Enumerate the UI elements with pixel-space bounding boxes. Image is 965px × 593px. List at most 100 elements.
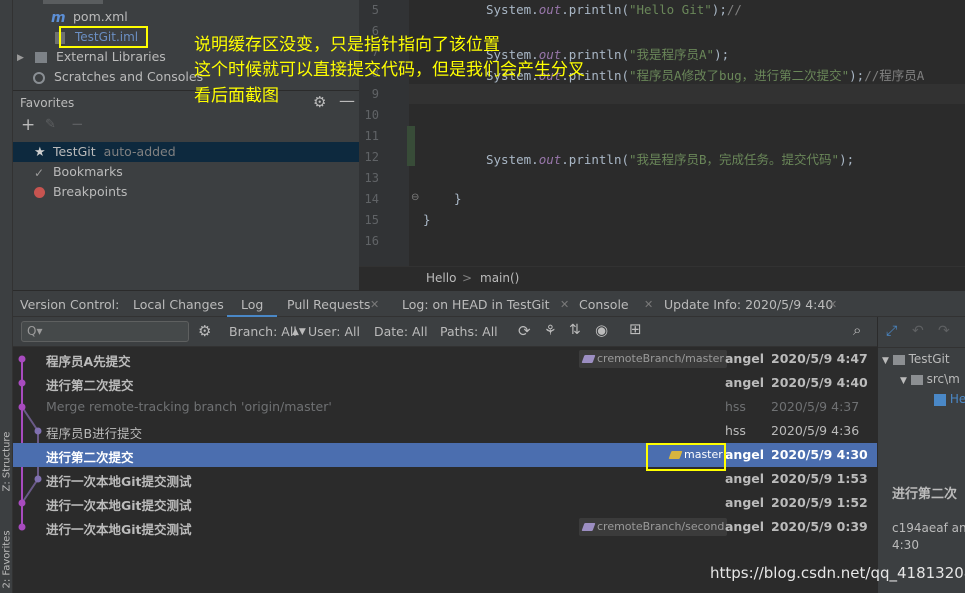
tree-item-external-libraries[interactable]: ▶ External Libraries (17, 47, 166, 67)
commit-message: 进行第二次提交 (46, 450, 134, 465)
favorites-item-bookmarks[interactable]: ✓ Bookmarks (34, 162, 123, 182)
eye-icon[interactable]: ◉ (595, 321, 608, 339)
undo-icon[interactable]: ↶ (912, 323, 924, 339)
favorites-toolbar: + ✎ − (13, 114, 359, 140)
tag-icon (581, 523, 596, 531)
code-token-comment: // (726, 2, 742, 17)
folder-icon (892, 354, 905, 365)
commit-row[interactable]: 进行一次本地Git提交测试 angel 2020/5/9 1:52 (13, 491, 877, 515)
favorites-tab[interactable]: 2: Favorites (1, 523, 14, 593)
code-token-string: "我是程序员B，完成任务。提交代码" (629, 152, 840, 167)
search-input[interactable]: Q▾ (21, 321, 189, 342)
branch-tag: cremoteBranch/second (579, 518, 728, 536)
breadcrumb-method[interactable]: main() (480, 271, 519, 285)
commit-author: angel (725, 495, 765, 510)
commit-message: 程序员B进行提交 (46, 426, 143, 441)
tab-pull-requests[interactable]: Pull Requests (287, 291, 370, 318)
commit-row[interactable]: 进行一次本地Git提交测试 cremoteBranch/second angel 20… (13, 515, 877, 539)
commit-date: 2020/5/9 4:47 (771, 351, 868, 366)
commit-author: hss (725, 423, 746, 438)
branch-tag: cremoteBranch/master (579, 350, 727, 368)
breadcrumb-separator: > (462, 271, 473, 285)
code-line: System.out.println("我是程序员B，完成任务。提交代码"); (486, 149, 854, 168)
tree-item-scratches[interactable]: Scratches and Consoles (33, 67, 203, 87)
log-toolbar: Q▾ ⚙ Branch: All ▲▼ User: All Date: All … (13, 317, 877, 347)
details-tree-root[interactable]: ▼ TestGit (882, 349, 950, 369)
search-icon[interactable]: ⌕ (853, 321, 861, 339)
code-line: } (454, 191, 462, 206)
details-tree-child-label: src\m (926, 372, 960, 386)
line-number: 5 (371, 3, 379, 17)
commit-message: 进行第二次提交 (46, 378, 134, 393)
tab-log[interactable]: Log (241, 291, 263, 318)
commit-row[interactable]: 程序员B进行提交 hss 2020/5/9 4:36 (13, 419, 877, 443)
code-token-field: out (538, 152, 562, 167)
details-commit-time: 4:30 (892, 538, 919, 552)
redo-icon[interactable]: ↷ (938, 323, 950, 339)
structure-tab[interactable]: Z: Structure (1, 425, 14, 499)
filter-paths[interactable]: Paths: All (440, 324, 498, 339)
commit-message: 进行一次本地Git提交测试 (46, 498, 192, 513)
refresh-icon[interactable]: ⟳ (518, 322, 531, 340)
tab-console[interactable]: Console (579, 291, 629, 318)
code-line: System.out.println("Hello Git");// (486, 2, 742, 17)
filter-branch[interactable]: Branch: All (229, 324, 297, 339)
code-token-code-post: ); (849, 68, 865, 83)
commit-message: 程序员A先提交 (46, 354, 131, 369)
details-tree-root-label: TestGit (908, 352, 950, 366)
vcs-tool-tabs: Version Control: Local Changes Log Pull … (13, 290, 965, 318)
breakpoint-icon (34, 187, 45, 198)
cherry-pick-icon[interactable]: ⚘ (544, 323, 557, 339)
tree-item-pom[interactable]: m pom.xml (51, 7, 128, 27)
commit-author: angel (725, 351, 765, 366)
tab-log-head[interactable]: Log: on HEAD in TestGit (402, 291, 550, 318)
filter-user[interactable]: User: All (308, 324, 360, 339)
commit-author: angel (725, 375, 765, 390)
library-icon (34, 52, 47, 63)
new-tab-icon[interactable]: ⊞ (629, 320, 642, 338)
gear-icon[interactable]: ⚙ (313, 93, 326, 111)
commit-list[interactable]: 程序员A先提交 cremoteBranch/master angel 2020/5/9… (13, 347, 877, 593)
commit-row[interactable]: 程序员A先提交 cremoteBranch/master angel 2020/5/9… (13, 347, 877, 371)
details-tree-child[interactable]: ▼ src\m (900, 369, 960, 389)
commit-message: Merge remote-tracking branch 'origin/mas… (46, 399, 332, 414)
commit-date: 2020/5/9 1:53 (771, 471, 868, 486)
tab-local-changes[interactable]: Local Changes (133, 291, 224, 318)
favorites-item-breakpoints[interactable]: Breakpoints (34, 182, 127, 202)
commit-message: 进行一次本地Git提交测试 (46, 474, 192, 489)
commit-row[interactable]: 进行一次本地Git提交测试 angel 2020/5/9 1:53 (13, 467, 877, 491)
line-number: 15 (364, 213, 379, 227)
branch-tag-label: cremoteBranch/master (597, 352, 724, 365)
fold-icon[interactable]: ⊖ (411, 192, 419, 203)
tab-update-info[interactable]: Update Info: 2020/5/9 4:40 (664, 291, 833, 318)
annotation-box-iml (59, 26, 148, 48)
sort-icon[interactable]: ⇅ (569, 322, 581, 338)
commit-row[interactable]: Merge remote-tracking branch 'origin/mas… (13, 395, 877, 419)
chevron-down-icon: ▲▼ (292, 327, 306, 337)
details-commit-title: 进行第二次 (892, 487, 958, 502)
commit-date: 2020/5/9 4:30 (771, 447, 868, 462)
close-icon[interactable]: ✕ (828, 291, 837, 318)
minimize-icon[interactable]: — (339, 91, 355, 110)
close-icon[interactable]: ✕ (370, 291, 379, 318)
expand-icon[interactable]: ⤢ (886, 323, 897, 339)
breadcrumb-class[interactable]: Hello (426, 271, 456, 285)
favorites-item-label: Bookmarks (52, 164, 123, 179)
settings-icon[interactable]: ⚙ (198, 322, 211, 340)
code-token-string: "Hello Git" (629, 2, 712, 17)
commit-row[interactable]: 进行第二次提交 angel 2020/5/9 4:40 (13, 371, 877, 395)
edit-icon[interactable]: ✎ (45, 117, 56, 132)
favorites-item-testgit[interactable]: ★ TestGit auto-added (13, 142, 359, 162)
tag-icon (581, 355, 596, 363)
close-icon[interactable]: ✕ (560, 291, 569, 318)
commit-row[interactable]: 进行第二次提交 master angel 2020/5/9 4:30 (13, 443, 877, 467)
close-icon[interactable]: ✕ (644, 291, 653, 318)
checkmark-icon: ✓ (34, 165, 45, 180)
add-icon[interactable]: + (21, 115, 35, 135)
remove-icon[interactable]: − (71, 115, 84, 133)
commit-author: angel (725, 519, 765, 534)
details-tree-leaf[interactable]: He (934, 389, 965, 409)
filter-date[interactable]: Date: All (374, 324, 428, 339)
commit-date: 2020/5/9 0:39 (771, 519, 868, 534)
commit-date: 2020/5/9 4:36 (771, 423, 860, 438)
